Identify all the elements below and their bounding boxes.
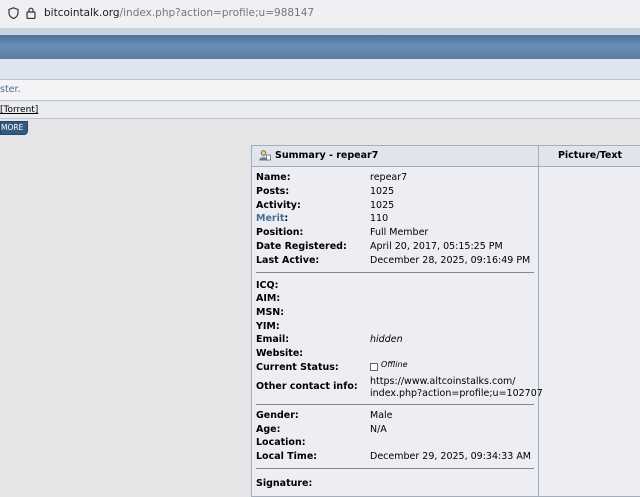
- profile-row-merit: Merit: 110: [256, 213, 536, 226]
- profile-row-local-time: Local Time: December 29, 2025, 09:34:33 …: [256, 451, 536, 464]
- tab-more[interactable]: MORE: [0, 121, 29, 135]
- merit-colon: :: [284, 213, 289, 224]
- gender-label: Gender:: [256, 410, 299, 421]
- email-label: Email:: [256, 334, 290, 345]
- profile-row-name: Name: repear7: [256, 172, 536, 185]
- contact-label: Other contact info:: [256, 381, 358, 392]
- picture-header: Picture/Text: [539, 146, 640, 167]
- offline-status-icon: [370, 363, 378, 371]
- website-label: Website:: [256, 348, 304, 359]
- profile-row-gender: Gender: Male: [256, 410, 536, 423]
- summary-title: Summary - repear7: [275, 150, 379, 161]
- posts-label: Posts:: [256, 186, 290, 197]
- email-value: hidden: [370, 334, 403, 345]
- status-text: Offline: [381, 360, 408, 369]
- profile-row-yim: YIM:: [256, 321, 536, 334]
- contact-value-line1: https://www.altcoinstalks.com/: [370, 376, 516, 387]
- merit-label: Merit:: [256, 213, 288, 224]
- column-divider: [538, 167, 539, 497]
- profile-row-registered: Date Registered: April 20, 2017, 05:15:2…: [256, 241, 536, 254]
- user-profile-icon: [259, 150, 271, 164]
- activity-label: Activity:: [256, 200, 301, 211]
- url-text[interactable]: bitcointalk.org/index.php?action=profile…: [44, 7, 314, 19]
- name-value: repear7: [370, 172, 408, 183]
- activity-value: 1025: [370, 200, 395, 211]
- last-active-label: Last Active:: [256, 255, 320, 266]
- aim-label: AIM:: [256, 293, 281, 304]
- registered-label: Date Registered:: [256, 241, 347, 252]
- header-sub-band: [0, 59, 640, 80]
- yim-label: YIM:: [256, 321, 280, 332]
- lock-icon[interactable]: [26, 7, 36, 22]
- status-label: Current Status:: [256, 362, 339, 373]
- profile-row-age: Age: N/A: [256, 424, 536, 437]
- profile-row-location: Location:: [256, 437, 536, 450]
- registered-value: April 20, 2017, 05:15:25 PM: [370, 241, 503, 252]
- divider: [256, 404, 534, 405]
- signature-label: Signature:: [256, 478, 313, 489]
- profile-row-icq: ICQ:: [256, 280, 536, 293]
- local-time-label: Local Time:: [256, 451, 318, 462]
- profile-row-last-active: Last Active: December 28, 2025, 09:16:49…: [256, 255, 536, 268]
- name-label: Name:: [256, 172, 291, 183]
- forum-header-banner: [0, 35, 640, 59]
- profile-row-aim: AIM:: [256, 293, 536, 306]
- last-active-value: December 28, 2025, 09:16:49 PM: [370, 255, 531, 266]
- age-label: Age:: [256, 424, 281, 435]
- profile-row-posts: Posts: 1025: [256, 186, 536, 199]
- location-label: Location:: [256, 437, 306, 448]
- summary-header: Summary - repear7: [252, 146, 539, 167]
- age-value: N/A: [370, 424, 387, 435]
- profile-panel: Summary - repear7 Picture/Text Name: rep…: [251, 145, 640, 497]
- url-host: bitcointalk.org: [44, 7, 120, 19]
- icq-label: ICQ:: [256, 280, 279, 291]
- position-label: Position:: [256, 227, 304, 238]
- divider: [256, 272, 534, 273]
- url-path: /index.php?action=profile;u=988147: [119, 7, 315, 19]
- picture-title: Picture/Text: [557, 150, 623, 161]
- register-link[interactable]: ster.: [0, 84, 21, 95]
- browser-address-bar[interactable]: bitcointalk.org/index.php?action=profile…: [0, 0, 640, 29]
- merit-link[interactable]: Merit: [256, 213, 284, 224]
- merit-value: 110: [370, 213, 389, 224]
- profile-row-signature: Signature:: [256, 478, 536, 491]
- contact-value-line2: index.php?action=profile;u=102707: [370, 388, 543, 399]
- profile-row-contact: Other contact info: https://www.altcoins…: [256, 376, 543, 405]
- local-time-value: December 29, 2025, 09:34:33 AM: [370, 451, 532, 462]
- nav-row: [Torrent]: [0, 102, 640, 119]
- status-value: Offline: [370, 360, 408, 373]
- user-info-row: ster.: [0, 80, 640, 101]
- msn-label: MSN:: [256, 307, 285, 318]
- position-value: Full Member: [370, 227, 429, 238]
- torrent-link[interactable]: [Torrent]: [0, 105, 38, 115]
- posts-value: 1025: [370, 186, 395, 197]
- profile-row-position: Position: Full Member: [256, 227, 536, 240]
- profile-row-msn: MSN:: [256, 307, 536, 320]
- profile-row-email: Email: hidden: [256, 334, 536, 347]
- gender-value: Male: [370, 410, 393, 421]
- divider: [256, 468, 534, 469]
- shield-icon[interactable]: [8, 7, 19, 22]
- profile-row-activity: Activity: 1025: [256, 200, 536, 213]
- profile-row-status: Current Status: Offline: [256, 360, 536, 375]
